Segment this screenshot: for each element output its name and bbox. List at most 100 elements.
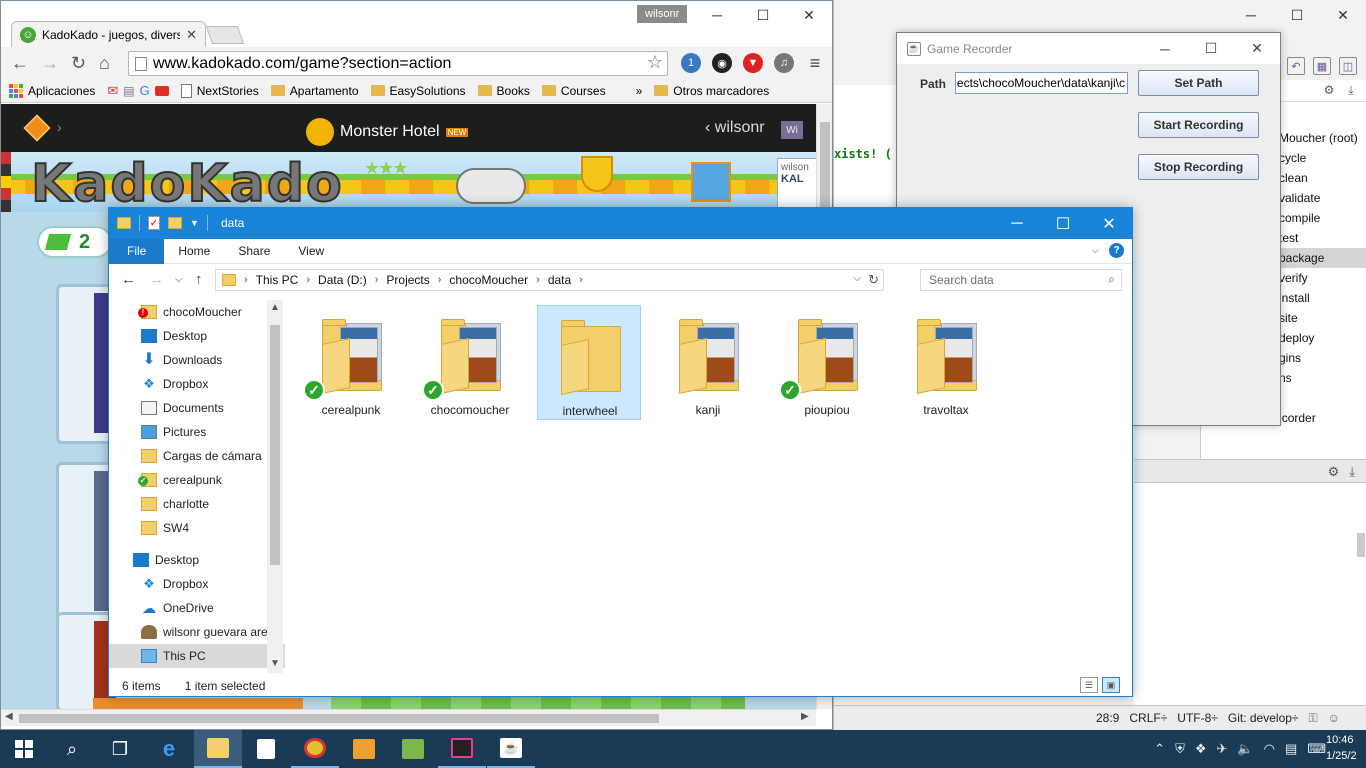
edge-icon[interactable]: e xyxy=(145,730,193,768)
stop-recording-button[interactable]: Stop Recording xyxy=(1138,154,1259,180)
close-icon[interactable]: ✕ xyxy=(786,1,832,29)
bookmark-star-icon[interactable]: ☆ xyxy=(647,52,663,73)
inspector-icon[interactable]: ☺ xyxy=(1328,711,1340,725)
chrome-icon[interactable] xyxy=(291,730,339,768)
new-tab-button[interactable] xyxy=(205,26,245,44)
intellij-icon[interactable] xyxy=(438,730,486,768)
bookmark-folder-books[interactable]: Books xyxy=(477,84,530,98)
breadcrumb-data[interactable]: data xyxy=(542,273,577,287)
other-bookmarks-folder[interactable]: Otros marcadores xyxy=(654,84,769,98)
breadcrumb-projects[interactable]: Projects xyxy=(380,273,435,287)
new-folder-icon[interactable] xyxy=(168,217,182,229)
pin-icon[interactable]: ⤓ xyxy=(1343,82,1359,98)
browser-tab[interactable]: ☺ KadoKado - juegos, divers ✕ xyxy=(11,21,206,47)
breadcrumb-chocomoucher[interactable]: chocoMoucher xyxy=(443,273,534,287)
nav-item[interactable]: ❖ Dropbox xyxy=(109,572,285,596)
minimize-icon[interactable]: ─ xyxy=(1228,0,1274,30)
maximize-icon[interactable]: ☐ xyxy=(740,1,786,29)
maximize-icon[interactable]: ☐ xyxy=(1274,0,1320,30)
bookmark-nextstories[interactable]: NextStories xyxy=(180,83,259,98)
close-icon[interactable]: ✕ xyxy=(1086,208,1132,239)
line-separator[interactable]: CRLF÷ xyxy=(1129,711,1167,725)
folder-item[interactable]: interwheel xyxy=(537,305,641,420)
forward-icon[interactable]: → xyxy=(149,271,164,288)
reload-icon[interactable]: ↻ xyxy=(71,53,86,74)
ghost-extension-icon[interactable]: 1 xyxy=(681,53,701,73)
bookmarks-overflow-button[interactable]: » xyxy=(636,84,643,98)
chevron-right-icon[interactable]: › xyxy=(57,119,62,135)
hide-icon[interactable]: ⤓ xyxy=(1349,464,1355,480)
notifications-icon[interactable]: ▤ xyxy=(1285,741,1297,757)
kadokado-user-link[interactable]: ‹ wilsonr xyxy=(705,119,765,137)
large-icons-view-icon[interactable]: ▣ xyxy=(1102,677,1120,693)
folder-item[interactable]: ✓ pioupiou xyxy=(775,305,879,420)
chevron-down-icon[interactable]: ▼ xyxy=(190,218,199,228)
store-icon[interactable] xyxy=(242,730,290,768)
nav-item[interactable]: wilsonr guevara arev xyxy=(109,620,285,644)
news-icon[interactable]: ▤ xyxy=(123,84,134,98)
expand-ribbon-icon[interactable]: ⌵ xyxy=(1091,245,1099,256)
properties-icon[interactable]: ✓ xyxy=(148,216,160,230)
bookmark-folder-apartamento[interactable]: Apartamento xyxy=(270,84,359,98)
kadokado-logo[interactable]: KadoKado xyxy=(30,153,344,212)
details-view-icon[interactable]: ☰ xyxy=(1080,677,1098,693)
folder-item[interactable]: ✓ cerealpunk xyxy=(299,305,403,420)
gear-icon[interactable]: ⚙ xyxy=(1328,464,1340,480)
tab-home[interactable]: Home xyxy=(164,239,224,264)
nav-item[interactable]: chocoMoucher📌 xyxy=(109,300,285,324)
menu-icon[interactable]: ≡ xyxy=(805,53,825,73)
horizontal-scrollbar[interactable]: ◀ ▶ xyxy=(1,709,816,726)
split-icon[interactable]: ◫ xyxy=(1339,57,1357,75)
nav-item[interactable]: Desktop xyxy=(109,548,285,572)
close-icon[interactable]: ✕ xyxy=(1320,0,1366,30)
lock-icon[interactable]: ⚿ xyxy=(1309,711,1318,726)
file-encoding[interactable]: UTF-8÷ xyxy=(1177,711,1218,725)
breadcrumb-this-pc[interactable]: This PC xyxy=(250,273,305,287)
refresh-icon[interactable]: ↻ xyxy=(868,272,879,288)
volume-icon[interactable]: 🔈 xyxy=(1237,741,1253,757)
search-input[interactable]: Search data ⌕ xyxy=(920,269,1122,291)
nav-item[interactable]: ⬇Downloads📌 xyxy=(109,348,285,372)
profile-button[interactable]: wilsonr xyxy=(637,5,688,23)
folder-item[interactable]: travoltax xyxy=(894,305,998,420)
close-icon[interactable]: ✕ xyxy=(186,27,197,43)
nav-item[interactable]: ❖Dropbox📌 xyxy=(109,372,285,396)
chevron-down-icon[interactable]: ⌵ xyxy=(853,273,861,284)
glasses-extension-icon[interactable]: ◉ xyxy=(712,53,732,73)
java-icon[interactable]: ☕ xyxy=(487,730,535,768)
plane-icon[interactable]: ✈ xyxy=(1217,741,1228,757)
gamepad-icon[interactable] xyxy=(456,168,526,204)
file-explorer-icon[interactable] xyxy=(194,730,242,768)
minimize-icon[interactable]: ─ xyxy=(694,1,740,29)
trophy-icon[interactable] xyxy=(581,156,613,192)
breadcrumb[interactable]: › This PC › Data (D:) › Projects › choco… xyxy=(215,269,884,291)
avatar[interactable]: Wi xyxy=(781,121,803,139)
nav-item[interactable]: Cargas de cámara xyxy=(109,444,285,468)
game-tile[interactable] xyxy=(56,462,116,622)
youtube-icon[interactable] xyxy=(154,85,169,96)
cursor-position[interactable]: 28:9 xyxy=(1096,711,1119,725)
bookmark-apps[interactable]: Aplicaciones xyxy=(9,83,95,98)
set-path-button[interactable]: Set Path xyxy=(1138,70,1259,96)
address-bar[interactable]: www.kadokado.com/game?section=action ☆ xyxy=(128,51,668,76)
gift-icon[interactable] xyxy=(691,162,731,202)
forward-icon[interactable]: → xyxy=(41,53,59,74)
structure-icon[interactable]: ▦ xyxy=(1313,57,1331,75)
start-button[interactable] xyxy=(0,730,48,768)
back-icon[interactable]: ← xyxy=(11,53,29,74)
clock[interactable]: 10:46 1/25/2 xyxy=(1326,732,1366,764)
wifi-icon[interactable]: ◠ xyxy=(1264,741,1275,757)
folder-item[interactable]: ✓ chocomoucher xyxy=(418,305,522,420)
editor-app-icon[interactable] xyxy=(389,730,437,768)
bookmark-folder-easysolutions[interactable]: EasySolutions xyxy=(370,84,466,98)
nav-item[interactable]: cerealpunk xyxy=(109,468,285,492)
breadcrumb-data-drive[interactable]: Data (D:) xyxy=(312,273,373,287)
gmail-icon[interactable]: ✉ xyxy=(107,83,118,99)
media-player-icon[interactable] xyxy=(340,730,388,768)
folder-item[interactable]: kanji xyxy=(656,305,760,420)
minimize-icon[interactable]: ─ xyxy=(1142,33,1188,64)
google-icon[interactable]: G xyxy=(140,83,150,98)
path-field[interactable]: ects\chocoMoucher\data\kanji\c xyxy=(955,72,1128,94)
maximize-icon[interactable]: ☐ xyxy=(1188,33,1234,64)
security-icon[interactable]: ⛨ xyxy=(1175,741,1185,757)
